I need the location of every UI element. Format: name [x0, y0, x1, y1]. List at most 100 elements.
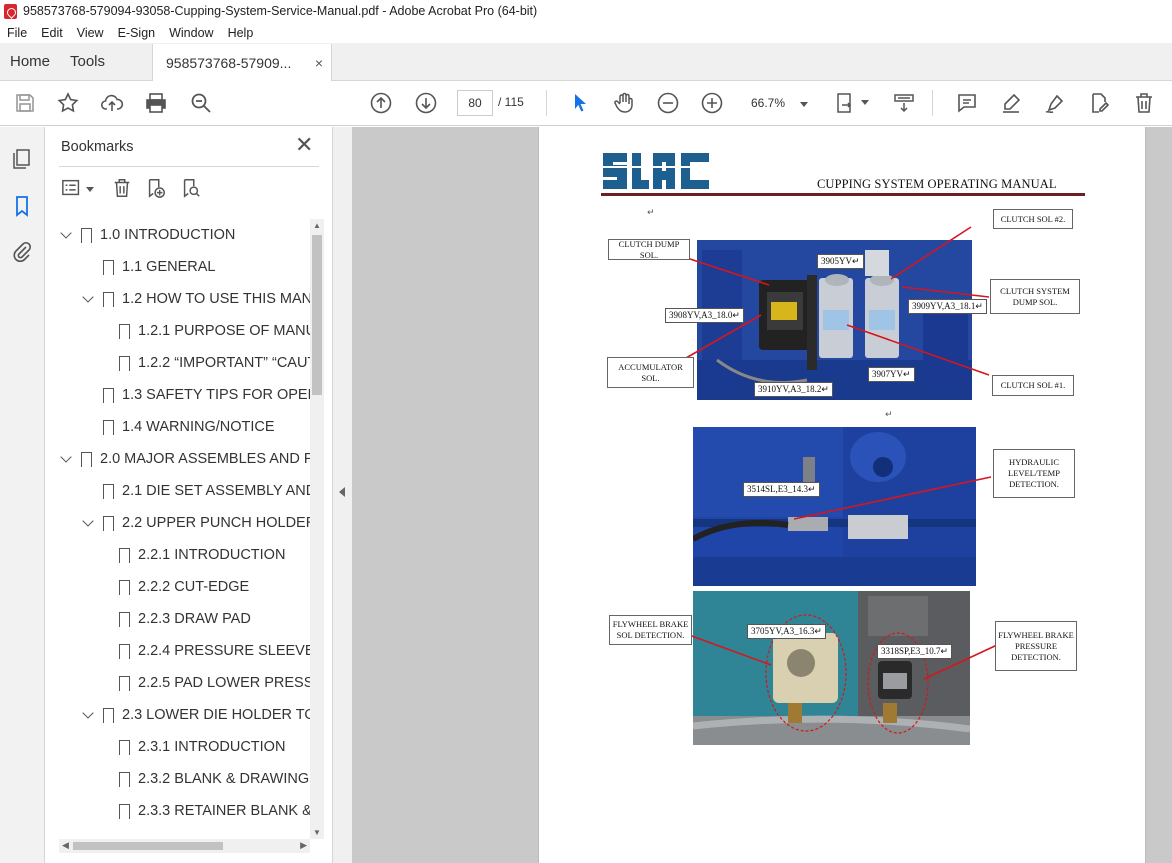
save-icon[interactable] [13, 91, 37, 115]
bookmark-item[interactable]: 2.1 DIE SET ASSEMBLY AND FLOW [81, 475, 310, 507]
bookmark-icon [118, 355, 130, 376]
bookmark-icon [102, 483, 114, 504]
bookmark-item[interactable]: 1.4 WARNING/NOTICE [81, 411, 275, 443]
scroll-mode-icon[interactable] [892, 91, 916, 115]
panel-splitter[interactable] [332, 127, 352, 863]
bookmark-item[interactable]: 2.3.1 INTRODUCTION [97, 731, 285, 763]
scroll-left-arrow[interactable]: ◀ [62, 840, 69, 851]
find-bookmark-icon[interactable] [180, 177, 202, 199]
bookmark-item[interactable]: 2.3.2 BLANK & DRAWING DIE [97, 763, 310, 795]
bookmark-item[interactable]: 2.2.2 CUT-EDGE [97, 571, 249, 603]
menu-view[interactable]: View [70, 26, 111, 40]
bookmark-icon [118, 739, 130, 760]
tab-home[interactable]: Home [0, 43, 60, 80]
bookmark-label: 2.2.4 PRESSURE SLEEVE [138, 643, 310, 659]
document-viewer[interactable]: CUPPING SYSTEM OPERATING MANUAL ↵ ↵ CLUT… [352, 127, 1172, 863]
scrollbar-thumb[interactable] [312, 235, 322, 395]
tab-document[interactable]: 958573768-57909... × [152, 44, 332, 81]
bookmark-icon [118, 803, 130, 824]
bookmark-item[interactable]: 1.3 SAFETY TIPS FOR OPERATORS [81, 379, 310, 411]
page-number-input[interactable]: 80 [457, 90, 493, 116]
page-thumbnails-icon[interactable] [10, 147, 34, 171]
toolbar-divider [546, 90, 547, 116]
pdf-page: CUPPING SYSTEM OPERATING MANUAL ↵ ↵ CLUT… [538, 127, 1146, 863]
chevron-down-icon[interactable] [81, 516, 95, 530]
label-3705yv: 3705YV,A3_16.3↵ [747, 624, 826, 639]
collapse-panel-arrow-icon[interactable] [339, 487, 345, 497]
label-3905yv: 3905YV↵ [817, 254, 864, 269]
menu-window[interactable]: Window [162, 26, 220, 40]
zoom-level-select[interactable]: 66.7% [743, 90, 810, 116]
zoom-out-icon[interactable] [656, 91, 680, 115]
bookmark-label: 1.2.1 PURPOSE OF MANUAL [138, 323, 310, 339]
new-bookmark-icon[interactable] [145, 177, 167, 199]
menu-edit[interactable]: Edit [34, 26, 70, 40]
chevron-down-icon[interactable] [81, 708, 95, 722]
bookmark-item[interactable]: 2.2.4 PRESSURE SLEEVE [97, 635, 310, 667]
delete-icon[interactable] [1132, 91, 1156, 115]
chevron-down-icon[interactable] [86, 187, 94, 192]
bookmark-label: 2.0 MAJOR ASSEMBLES AND PROCESSES [100, 451, 310, 467]
select-cursor-icon[interactable] [568, 91, 592, 115]
bookmark-item[interactable]: 2.0 MAJOR ASSEMBLES AND PROCESSES [59, 443, 310, 475]
scrollbar-thumb[interactable] [73, 842, 223, 850]
chevron-down-icon[interactable] [59, 228, 73, 242]
toolbar-divider [932, 90, 933, 116]
bookmark-icon [118, 611, 130, 632]
bookmark-icon [102, 259, 114, 280]
bookmark-label: 1.2 HOW TO USE THIS MANUAL [122, 291, 310, 307]
menu-esign[interactable]: E-Sign [111, 26, 163, 40]
previous-page-icon[interactable] [369, 91, 393, 115]
bookmark-item[interactable]: 2.2.3 DRAW PAD [97, 603, 251, 635]
menu-file[interactable]: File [0, 26, 34, 40]
attachments-icon[interactable] [10, 240, 34, 264]
bookmark-item[interactable]: 2.4 INNER DIE HOLDER TOOLING [81, 827, 310, 834]
zoom-in-icon[interactable] [700, 91, 724, 115]
scroll-right-arrow[interactable]: ▶ [300, 840, 307, 851]
bookmark-item[interactable]: 2.2.5 PAD LOWER PRESSURE [97, 667, 310, 699]
upload-cloud-icon[interactable] [100, 91, 124, 115]
bookmark-item[interactable]: 2.2 UPPER PUNCH HOLDER TOOLING [81, 507, 310, 539]
bookmark-options-icon[interactable] [61, 177, 83, 199]
star-icon[interactable] [56, 91, 80, 115]
chevron-down-icon[interactable] [59, 452, 73, 466]
bookmarks-vertical-scrollbar[interactable]: ▲ ▼ [310, 219, 324, 839]
photo-hydraulic-sensor [693, 427, 976, 586]
bookmarks-icon[interactable] [10, 194, 34, 218]
page-fit-icon[interactable] [834, 91, 858, 115]
scroll-down-arrow[interactable]: ▼ [313, 828, 321, 837]
highlight-pen-icon[interactable] [999, 91, 1023, 115]
menu-help[interactable]: Help [221, 26, 261, 40]
next-page-icon[interactable] [414, 91, 438, 115]
paragraph-mark: ↵ [885, 409, 893, 419]
print-icon[interactable] [144, 91, 168, 115]
panel-close-button[interactable]: ✕ [295, 134, 313, 156]
bookmark-item[interactable]: 1.0 INTRODUCTION [59, 219, 235, 251]
delete-bookmark-icon[interactable] [111, 177, 133, 199]
bookmark-item[interactable]: 1.2.1 PURPOSE OF MANUAL [97, 315, 310, 347]
bookmark-item[interactable]: 2.2.1 INTRODUCTION [97, 539, 285, 571]
tab-tools[interactable]: Tools [60, 43, 138, 80]
zoom-search-icon[interactable] [189, 91, 213, 115]
tab-close-button[interactable]: × [315, 55, 323, 71]
bookmark-icon [80, 227, 92, 248]
bookmark-item[interactable]: 2.3.3 RETAINER BLANK & DRAW [97, 795, 310, 827]
chevron-down-icon[interactable] [861, 100, 869, 105]
bookmarks-horizontal-scrollbar[interactable]: ◀ ▶ [59, 839, 310, 853]
bookmark-item[interactable]: 1.1 GENERAL [81, 251, 216, 283]
callout-flywheel-brake-sol: FLYWHEEL BRAKE SOL DETECTION. [609, 615, 692, 645]
bookmark-item[interactable]: 1.2 HOW TO USE THIS MANUAL [81, 283, 310, 315]
scroll-up-arrow[interactable]: ▲ [313, 221, 321, 230]
chevron-down-icon[interactable] [81, 292, 95, 306]
comment-icon[interactable] [955, 91, 979, 115]
acrobat-app-icon [4, 3, 17, 19]
bookmark-item[interactable]: 2.3 LOWER DIE HOLDER TOOLING [81, 699, 310, 731]
edit-pdf-icon[interactable] [1087, 91, 1111, 115]
hand-tool-icon[interactable] [612, 91, 636, 115]
bookmark-icon [102, 707, 114, 728]
label-3514sl: 3514SL,E3_14.3↵ [743, 482, 820, 497]
draw-pen-icon[interactable] [1043, 91, 1067, 115]
bookmark-label: 2.2.2 CUT-EDGE [138, 579, 250, 595]
bookmark-item[interactable]: 1.2.2 “IMPORTANT” “CAUTION” [97, 347, 310, 379]
callout-clutch-system-dump-sol: CLUTCH SYSTEM DUMP SOL. [990, 279, 1080, 314]
